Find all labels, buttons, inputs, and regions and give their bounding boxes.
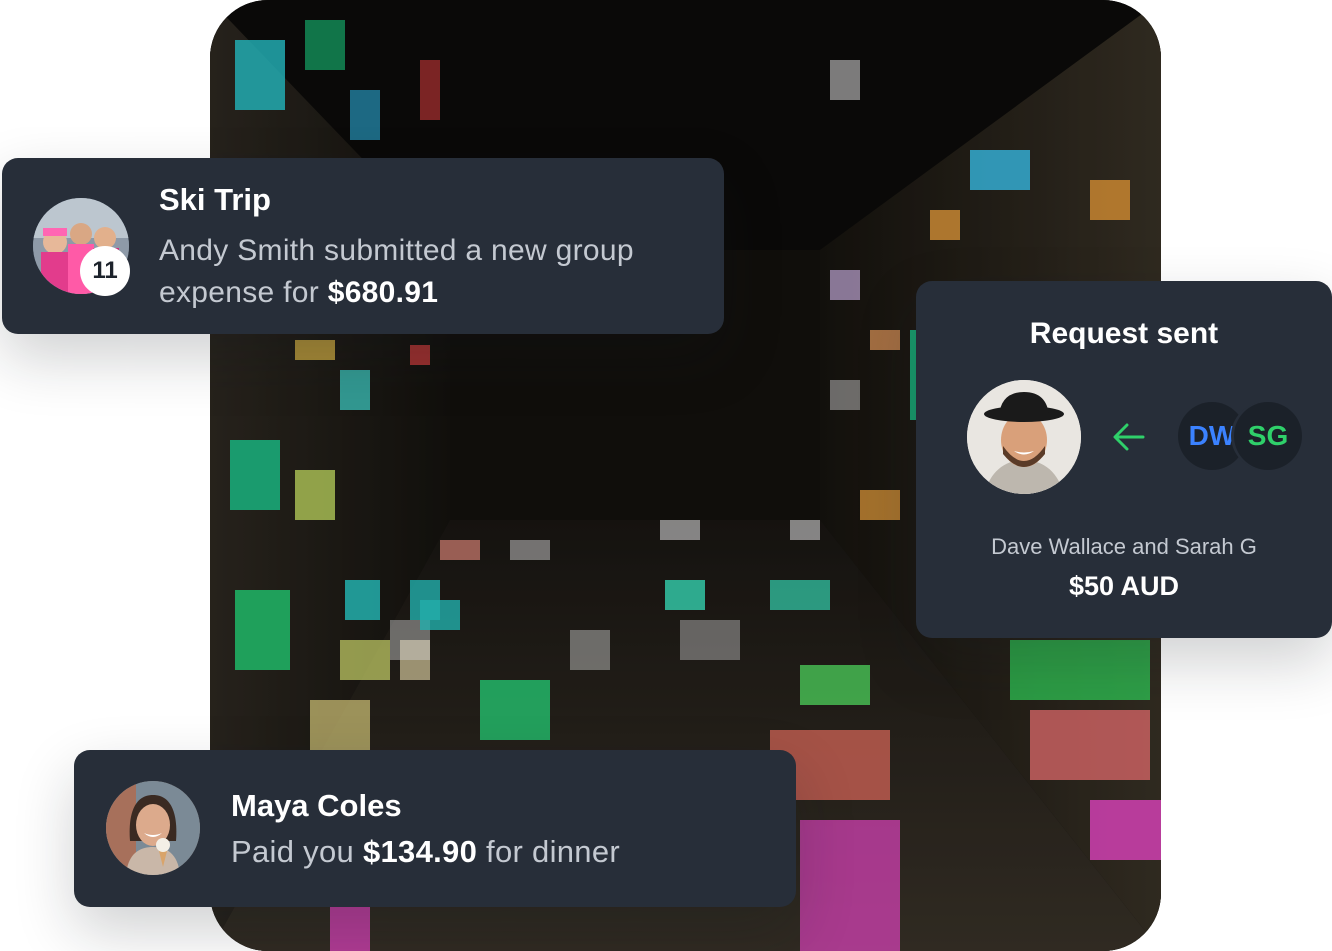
notification-title: Ski Trip: [159, 182, 271, 217]
arrow-left-icon: [1113, 423, 1145, 451]
payment-prefix: Paid you: [231, 834, 363, 869]
payer-name: Maya Coles: [231, 788, 402, 823]
payment-suffix: for dinner: [477, 834, 621, 869]
payment-message: Paid you $134.90 for dinner: [231, 834, 620, 870]
member-count-badge: 11: [80, 246, 130, 296]
payment-amount: $134.90: [362, 834, 478, 869]
request-title: Request sent: [1029, 317, 1219, 350]
ski-trip-notification[interactable]: 11 Ski Trip Andy Smith submitted a new g…: [2, 158, 724, 334]
expense-amount: $680.91: [327, 276, 439, 309]
recipient-names: Dave Wallace and Sarah G: [991, 534, 1257, 559]
request-amount: $50 AUD: [1068, 571, 1180, 601]
maya-avatar: [106, 781, 200, 875]
sg-avatar: SG: [1234, 402, 1302, 470]
notification-message: Andy Smith submitted a new group expense…: [159, 230, 719, 314]
payment-notification[interactable]: Maya Coles Paid you $134.90 for dinner: [74, 750, 796, 907]
requester-avatar: [967, 380, 1081, 494]
request-sent-card[interactable]: Request sent DW SG Dave Wallace and Sara…: [916, 281, 1332, 638]
